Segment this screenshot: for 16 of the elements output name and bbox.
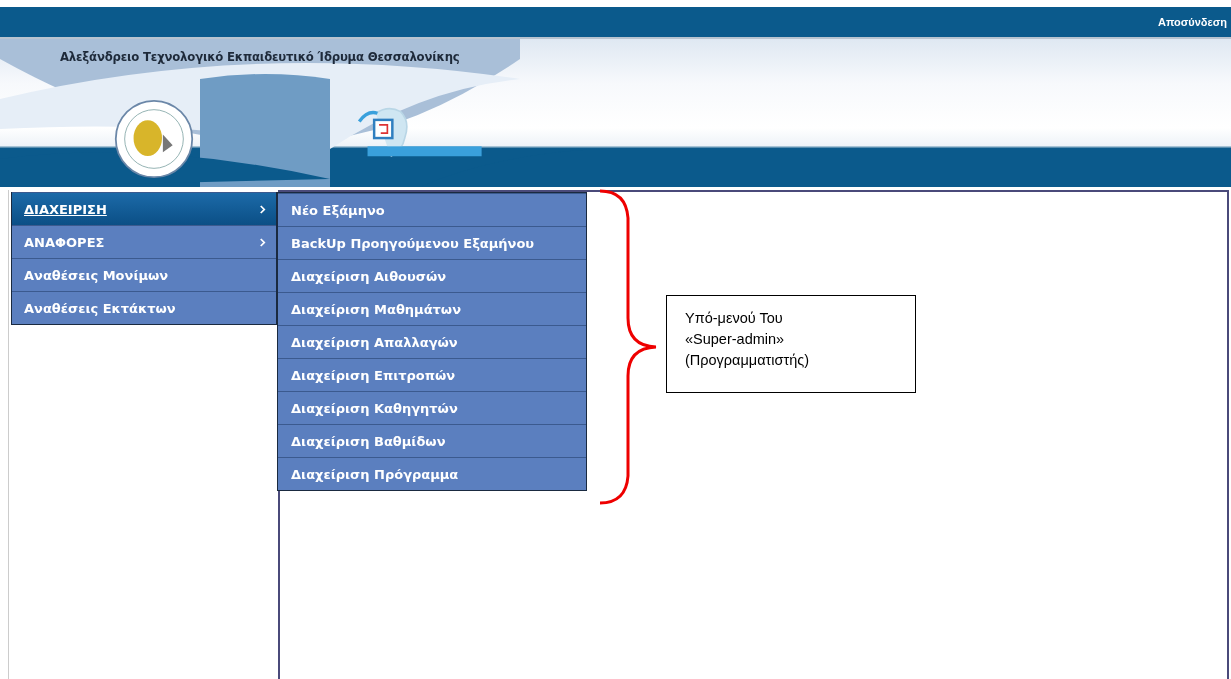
submenu-item[interactable]: Διαχείριση Μαθημάτων [278, 292, 586, 325]
institution-title: Αλεξάνδρειο Τεχνολογικό Εκπαιδευτικό Ίδρυμα Θεσσαλονίκης [60, 49, 460, 64]
submenu-item[interactable]: Διαχείριση Βαθμίδων [278, 424, 586, 457]
submenu-item[interactable]: Διαχείριση Επιτροπών [278, 358, 586, 391]
menu-item[interactable]: Αναθέσεις Εκτάκτων [12, 291, 276, 324]
submenu-item[interactable]: BackUp Προηγούμενου Εξαμήνου [278, 226, 586, 259]
menu-item[interactable]: Αναθέσεις Μονίμων [12, 258, 276, 291]
menu-item[interactable]: ΔΙΑΧΕΙΡΙΣΗ [12, 192, 276, 225]
submenu-item[interactable]: Νέο Εξάμηνο [278, 193, 586, 226]
annotation-box: Υπό-μενού Του «Super-admin» (Προγραμματιστής) [666, 295, 916, 393]
submenu-item[interactable]: Διαχείριση Απαλλαγών [278, 325, 586, 358]
submenu-item[interactable]: Διαχείριση Πρόγραμμα [278, 457, 586, 490]
submenu-item[interactable]: Διαχείριση Αιθουσών [278, 259, 586, 292]
submenu-item[interactable]: Διαχείριση Καθηγητών [278, 391, 586, 424]
logout-link[interactable]: Αποσύνδεση [1158, 16, 1227, 28]
menu-item[interactable]: ΑΝΑΦΟΡΕΣ [12, 225, 276, 258]
